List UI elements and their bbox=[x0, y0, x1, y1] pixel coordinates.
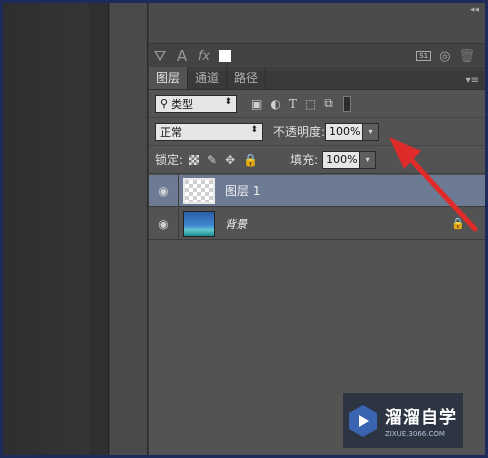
path-select-icon[interactable]: ⛛ bbox=[149, 47, 171, 65]
lock-all-icon[interactable]: 🔒 bbox=[243, 153, 258, 167]
panel-top-area: ◂◂ bbox=[149, 3, 485, 43]
lock-move-icon[interactable]: ✥ bbox=[225, 153, 235, 167]
tab-paths[interactable]: 路径 bbox=[227, 67, 267, 89]
visibility-icon[interactable]: ◎ bbox=[439, 49, 450, 64]
blend-mode-label: 正常 bbox=[160, 125, 182, 139]
watermark: 溜溜自学 ZIXUE.3066.COM bbox=[343, 393, 463, 448]
watermark-title: 溜溜自学 bbox=[385, 408, 457, 428]
layers-panel-container: ◂◂ ⛛ A fx S1 ◎ 🗑 图层 通道 路径 ▾≡ ⚲ 类型 ⬍ ▣ ◐ … bbox=[149, 3, 485, 455]
layer-name: 背景 bbox=[225, 217, 247, 231]
filter-adjustment-icon[interactable]: ◐ bbox=[270, 97, 280, 111]
panel-menu-icon[interactable]: ▾≡ bbox=[466, 75, 479, 89]
updown-icon: ⬍ bbox=[224, 96, 232, 107]
s1-icon[interactable]: S1 bbox=[416, 51, 432, 61]
opacity-dropdown-button[interactable]: ▾ bbox=[363, 122, 380, 141]
tab-channels[interactable]: 通道 bbox=[188, 67, 228, 89]
trash-icon[interactable]: 🗑 bbox=[458, 49, 475, 64]
lock-brush-icon[interactable]: ✎ bbox=[207, 153, 217, 167]
filter-pixel-icon[interactable]: ▣ bbox=[251, 97, 262, 111]
filter-toggle[interactable] bbox=[342, 95, 351, 112]
tab-layers[interactable]: 图层 bbox=[149, 67, 189, 89]
blend-mode-select[interactable]: 正常 ⬍ bbox=[155, 122, 263, 141]
eye-icon[interactable]: ◉ bbox=[149, 208, 179, 239]
panel-dock-strip bbox=[110, 3, 148, 455]
fill-dropdown-button[interactable]: ▾ bbox=[360, 150, 377, 169]
filter-smart-object-icon[interactable]: ⧉ bbox=[324, 96, 333, 111]
opacity-input[interactable]: 100% bbox=[325, 122, 364, 141]
updown-icon: ⬍ bbox=[250, 124, 258, 135]
watermark-url: ZIXUE.3066.COM bbox=[385, 430, 445, 438]
opacity-label: 不透明度: bbox=[273, 125, 326, 139]
panel-tabs: 图层 通道 路径 ▾≡ bbox=[149, 67, 485, 90]
layer-thumbnail bbox=[183, 177, 215, 204]
filter-type-icon[interactable]: T bbox=[289, 97, 297, 111]
lock-transparency-icon[interactable] bbox=[189, 154, 200, 165]
filter-row: ⚲ 类型 ⬍ ▣ ◐ T ⬚ ⧉ bbox=[149, 90, 485, 118]
watermark-logo-icon bbox=[349, 404, 377, 437]
search-icon: ⚲ bbox=[160, 97, 169, 110]
fill-label: 填充: bbox=[290, 153, 319, 167]
layer-row-background[interactable]: ◉ 背景 🔒 bbox=[149, 208, 485, 240]
layer-name: 图层 1 bbox=[225, 184, 261, 198]
collapse-icon[interactable]: ◂◂ bbox=[470, 5, 479, 15]
canvas-edge bbox=[89, 3, 109, 455]
fill-input[interactable]: 100% bbox=[322, 150, 361, 169]
filter-kind-label: 类型 bbox=[171, 97, 194, 111]
type-icon[interactable]: A bbox=[171, 47, 193, 65]
lock-row: 锁定: ✎ ✥ 🔒 填充: 100% ▾ bbox=[149, 146, 485, 174]
filter-shape-icon[interactable]: ⬚ bbox=[305, 97, 316, 111]
lock-label: 锁定: bbox=[155, 153, 184, 167]
layer-thumbnail bbox=[183, 210, 215, 237]
color-swatch-icon[interactable] bbox=[219, 50, 231, 62]
app-window: ◂◂ ⛛ A fx S1 ◎ 🗑 图层 通道 路径 ▾≡ ⚲ 类型 ⬍ ▣ ◐ … bbox=[3, 3, 485, 455]
filter-kind-select[interactable]: ⚲ 类型 ⬍ bbox=[155, 94, 237, 113]
layer-row-1[interactable]: ◉ 图层 1 bbox=[149, 175, 485, 207]
fx-icon[interactable]: fx bbox=[193, 49, 215, 64]
canvas-area bbox=[3, 3, 89, 455]
blend-row: 正常 ⬍ 不透明度: 100% ▾ bbox=[149, 118, 485, 146]
lock-icon: 🔒 bbox=[451, 217, 465, 230]
panel-toolbar: ⛛ A fx S1 ◎ 🗑 bbox=[149, 43, 485, 69]
eye-icon[interactable]: ◉ bbox=[149, 175, 179, 206]
